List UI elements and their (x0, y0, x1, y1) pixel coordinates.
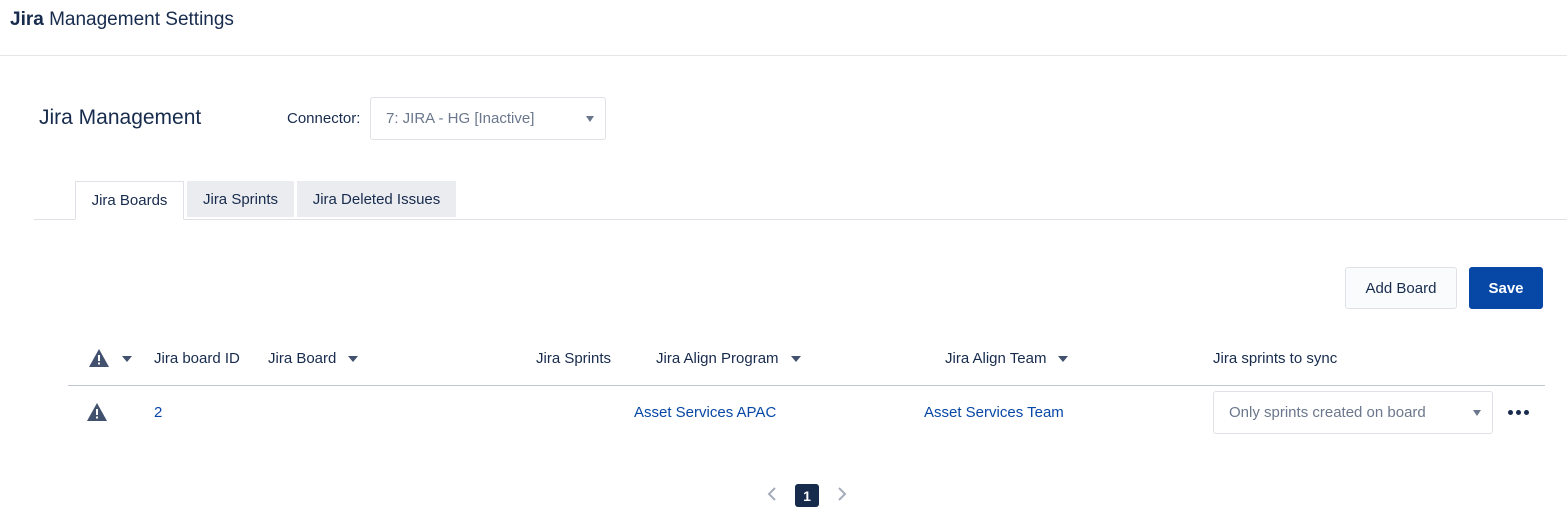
app-title-brand: Jira (10, 9, 44, 30)
header-board-label: Jira Board (268, 350, 337, 367)
chevron-left-icon[interactable] (765, 486, 779, 502)
tab-jira-sprints[interactable]: Jira Sprints (187, 181, 294, 217)
header-sync-label: Jira sprints to sync (1213, 350, 1338, 367)
header-sprints: Jira Sprints (536, 350, 611, 367)
program-link[interactable]: Asset Services APAC (634, 404, 776, 421)
header-sprints-label: Jira Sprints (536, 350, 612, 367)
sort-caret-icon[interactable] (1058, 355, 1069, 362)
header-board-id: Jira board ID (154, 350, 240, 367)
sprints-to-sync-select[interactable]: Only sprints created on board (1213, 391, 1493, 434)
tabs-divider (34, 219, 1567, 220)
header-team-label: Jira Align Team (945, 350, 1047, 367)
warning-icon (89, 349, 109, 367)
warning-filter-caret-icon[interactable] (122, 356, 132, 362)
connector-label: Connector: (287, 110, 361, 127)
header-program-label: Jira Align Program (656, 350, 779, 367)
save-button[interactable]: Save (1469, 267, 1543, 309)
table-header-divider (68, 385, 1545, 386)
sprints-to-sync-value: Only sprints created on board (1229, 404, 1426, 421)
connector-select-value: 7: JIRA - HG [Inactive] (386, 110, 535, 127)
chevron-right-icon[interactable] (835, 486, 849, 502)
header-program: Jira Align Program (656, 350, 801, 367)
team-link[interactable]: Asset Services Team (924, 404, 1064, 421)
add-board-button[interactable]: Add Board (1345, 267, 1457, 309)
header-sync: Jira sprints to sync (1213, 350, 1337, 367)
header-board: Jira Board (268, 350, 359, 367)
warning-icon (87, 403, 107, 421)
header-board-id-label: Jira board ID (154, 350, 240, 367)
tab-jira-boards[interactable]: Jira Boards (75, 181, 184, 220)
more-icon[interactable] (1508, 410, 1529, 415)
page-number-current[interactable]: 1 (795, 484, 819, 507)
app-title: Jira Management Settings (10, 9, 234, 31)
board-id-link[interactable]: 2 (154, 404, 162, 421)
top-bar: Jira Management Settings (0, 0, 1567, 56)
sort-caret-icon[interactable] (790, 355, 801, 362)
connector-select[interactable]: 7: JIRA - HG [Inactive] (370, 97, 606, 140)
tab-jira-deleted-issues[interactable]: Jira Deleted Issues (297, 181, 456, 217)
page-title: Jira Management (39, 106, 202, 129)
caret-down-icon (1473, 409, 1481, 416)
caret-down-icon (586, 115, 594, 122)
header-team: Jira Align Team (945, 350, 1069, 367)
sort-caret-icon[interactable] (348, 355, 359, 362)
app-title-text: Management Settings (43, 9, 234, 30)
